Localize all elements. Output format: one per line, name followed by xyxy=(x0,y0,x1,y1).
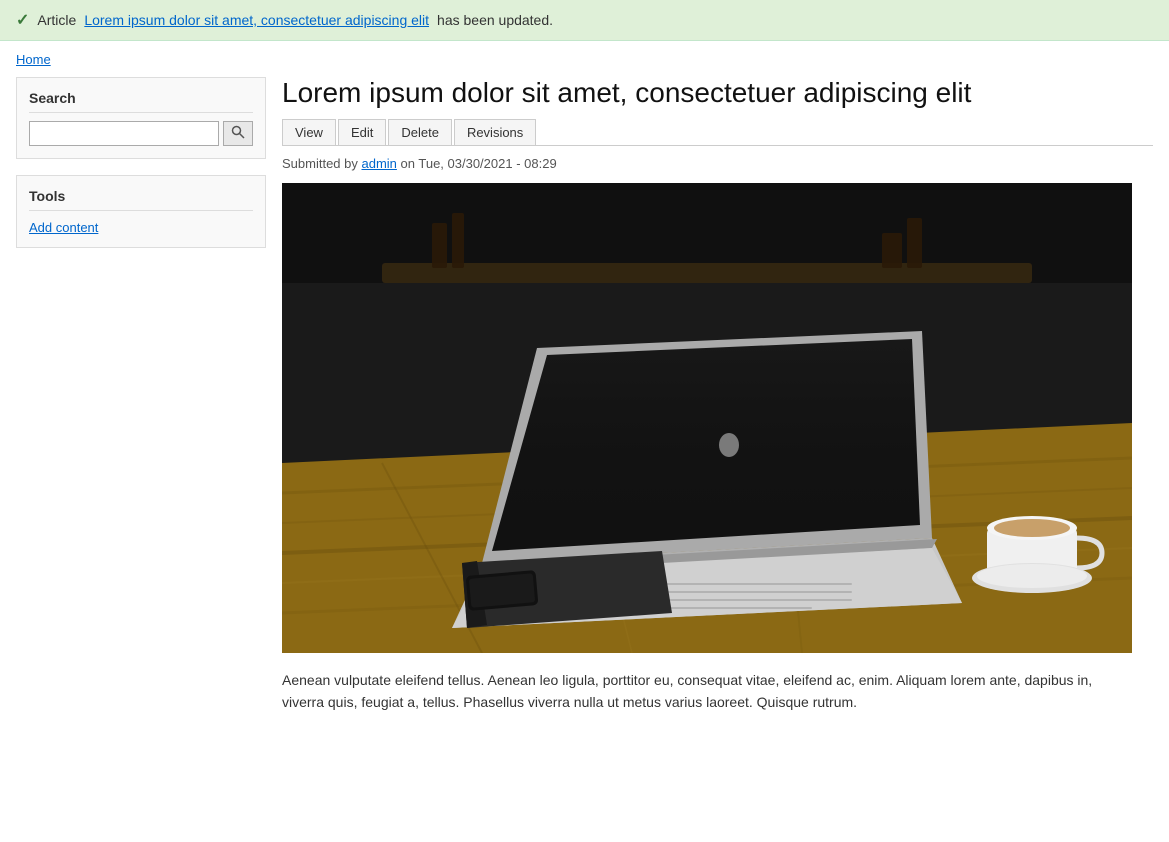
search-input[interactable] xyxy=(29,121,219,146)
tab-delete[interactable]: Delete xyxy=(388,119,452,145)
tools-block: Tools Add content xyxy=(16,175,266,248)
search-block: Search xyxy=(16,77,266,159)
sidebar: Search Tools Add content xyxy=(16,77,266,714)
article-title: Lorem ipsum dolor sit amet, consectetuer… xyxy=(282,77,1153,109)
tab-view[interactable]: View xyxy=(282,119,336,145)
content-area: Lorem ipsum dolor sit amet, consectetuer… xyxy=(282,77,1153,714)
article-image xyxy=(282,183,1132,653)
submitted-prefix: Submitted by xyxy=(282,156,358,171)
tab-revisions[interactable]: Revisions xyxy=(454,119,536,145)
breadcrumb: Home xyxy=(0,41,1169,77)
success-banner: ✓ Article Lorem ipsum dolor sit amet, co… xyxy=(0,0,1169,41)
banner-message-suffix: has been updated. xyxy=(437,12,553,28)
laptop-scene-svg xyxy=(282,183,1132,653)
submitted-line: Submitted by admin on Tue, 03/30/2021 - … xyxy=(282,156,1153,171)
search-heading: Search xyxy=(29,90,253,113)
article-body: Aenean vulputate eleifend tellus. Aenean… xyxy=(282,669,1132,714)
banner-message-prefix: Article xyxy=(37,12,76,28)
search-icon xyxy=(231,125,245,139)
search-button[interactable] xyxy=(223,121,253,146)
tab-bar: View Edit Delete Revisions xyxy=(282,119,1153,146)
tab-edit[interactable]: Edit xyxy=(338,119,386,145)
search-row xyxy=(29,121,253,146)
main-layout: Search Tools Add content Lorem ipsum dol… xyxy=(0,77,1169,714)
check-icon: ✓ xyxy=(16,10,29,30)
submitted-suffix: on Tue, 03/30/2021 - 08:29 xyxy=(401,156,557,171)
tools-heading: Tools xyxy=(29,188,253,211)
banner-article-link[interactable]: Lorem ipsum dolor sit amet, consectetuer… xyxy=(84,12,429,28)
add-content-link[interactable]: Add content xyxy=(29,220,98,235)
author-link[interactable]: admin xyxy=(362,156,397,171)
home-link[interactable]: Home xyxy=(16,52,51,67)
